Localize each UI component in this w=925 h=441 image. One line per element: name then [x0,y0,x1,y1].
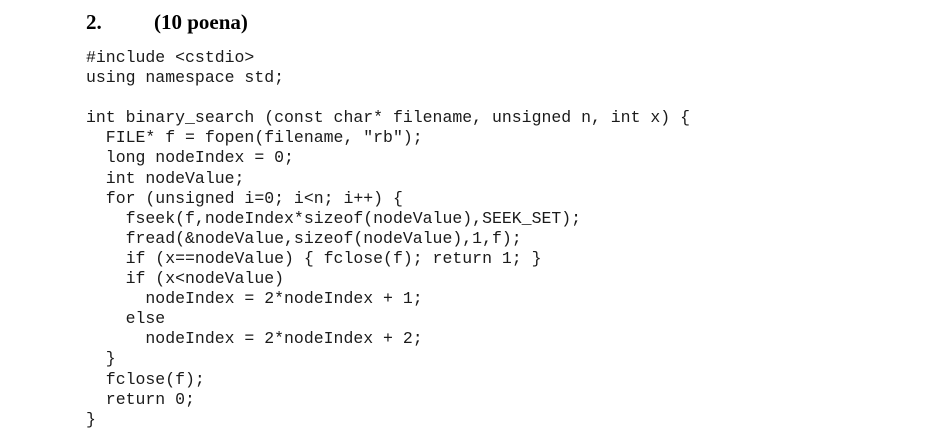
code-line: long nodeIndex = 0; [86,148,294,168]
code-line: nodeIndex = 2*nodeIndex + 2; [86,329,423,349]
code-line: #include <cstdio> [86,48,255,67]
problem-points: (10 poena) [154,10,248,34]
code-line: nodeIndex = 2*nodeIndex + 1; [86,289,423,309]
code-line: else [86,309,166,329]
problem-number: 2. [86,10,102,34]
code-line: for (unsigned i=0; i<n; i++) { [86,188,403,208]
code-line: FILE* f = fopen(filename, "rb"); [86,128,423,148]
code-line: int nodeValue; [86,168,245,188]
code-line: } [86,409,96,429]
code-line: fread(&nodeValue,sizeof(nodeValue),1,f); [86,228,522,248]
code-line: using namespace std; [86,68,285,88]
code-line: fclose(f); [86,369,205,389]
code-line: if (x<nodeValue) [86,269,285,289]
code-line: } [86,349,116,369]
code-line: int binary_search (const char* filename,… [86,108,690,128]
code-listing: #include <cstdio> using namespace std; int… [86,48,690,430]
document-page: 2. (10 poena) #include <cstdio> using nam… [0,0,925,441]
code-line: return 0; [86,389,195,409]
code-line: fseek(f,nodeIndex*sizeof(nodeValue),SEEK… [86,208,582,228]
code-line: if (x==nodeValue) { fclose(f); return 1;… [86,248,542,268]
